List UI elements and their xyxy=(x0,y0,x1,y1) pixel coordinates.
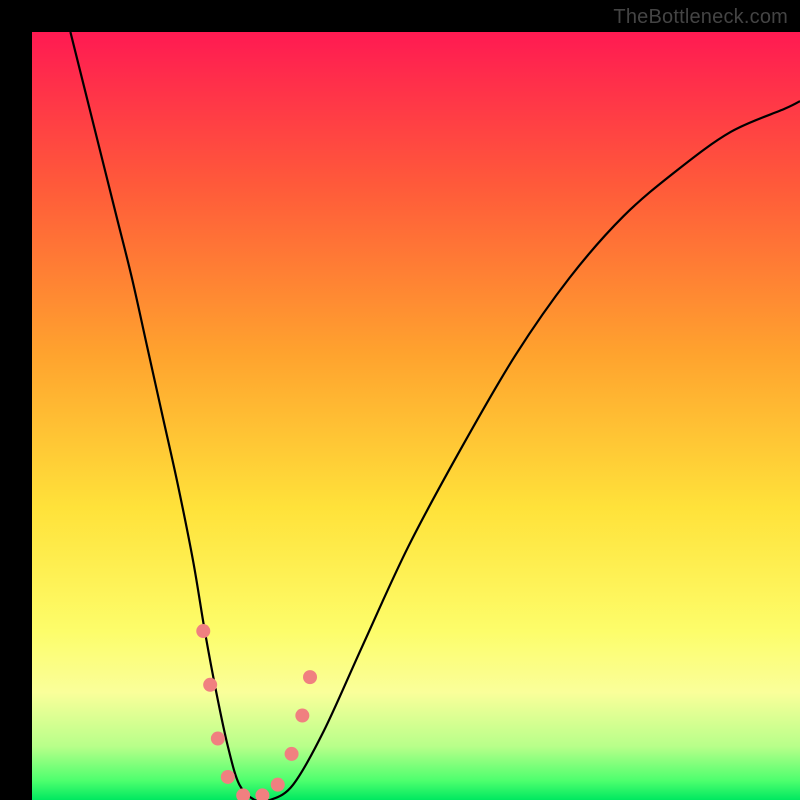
highlight-dot xyxy=(203,678,217,692)
chart-plot xyxy=(32,32,800,800)
highlight-dot xyxy=(285,747,299,761)
watermark-text: TheBottleneck.com xyxy=(613,6,788,29)
gradient-background xyxy=(32,32,800,800)
highlight-dot xyxy=(211,732,225,746)
chart-frame: TheBottleneck.com xyxy=(0,0,800,800)
highlight-dot xyxy=(271,778,285,792)
highlight-dot xyxy=(303,670,317,684)
highlight-dot xyxy=(295,709,309,723)
highlight-dot xyxy=(221,770,235,784)
highlight-dot xyxy=(196,624,210,638)
